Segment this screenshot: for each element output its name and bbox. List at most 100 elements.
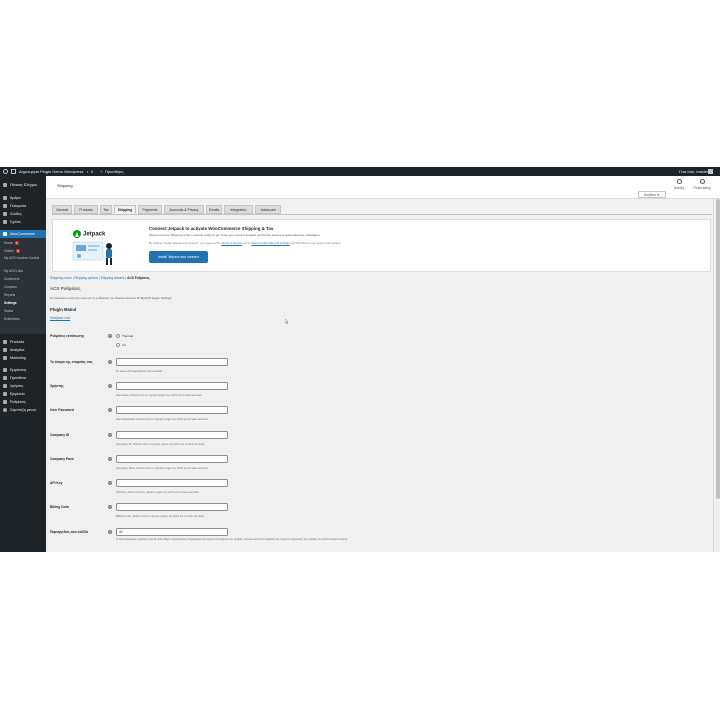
breadcrumb-shipping-classes[interactable]: Shipping classes — [101, 276, 125, 280]
submenu-item-customers[interactable]: Customers — [4, 276, 19, 282]
sidebar-item-tools[interactable]: Εργαλεία — [0, 390, 46, 398]
wordpress-logo-icon[interactable] — [3, 167, 8, 176]
sidebar-item-pages[interactable]: Σελίδες — [0, 210, 46, 218]
flag-icon — [676, 179, 682, 184]
user-password-desc: User Password, δίνεται από το τεχνικό τμ… — [116, 417, 208, 421]
archive-icon — [3, 340, 7, 344]
tab-integration[interactable]: Integration — [224, 205, 253, 214]
breadcrumb-shipping-zones[interactable]: Shipping zones — [50, 276, 72, 280]
orders-badge: 3 — [15, 249, 20, 253]
radio-a4-label: A4 — [122, 343, 126, 347]
company-id-input[interactable] — [116, 431, 228, 439]
company-pass-input[interactable] — [116, 455, 228, 463]
user-greeting[interactable]: Γεια σου, insider — [679, 167, 708, 176]
submenu-item-home[interactable]: Home 1 — [4, 240, 19, 246]
shipping-illustration-icon — [72, 241, 112, 265]
sidebar-item-woocommerce[interactable]: WooCommerce — [0, 230, 46, 238]
submenu-item-coupons[interactable]: Coupons — [4, 284, 17, 290]
sidebar-item-appearance[interactable]: Εμφάνιση — [0, 366, 46, 374]
terms-of-service-link[interactable]: Terms of Service — [221, 241, 242, 245]
help-icon[interactable]: ? — [108, 433, 112, 437]
jetpack-logo: Jetpack — [73, 230, 105, 238]
install-jetpack-button[interactable]: Install Jetpack and connect — [149, 251, 208, 263]
tab-advanced[interactable]: Advanced — [255, 205, 281, 214]
help-icon[interactable]: ? — [108, 530, 112, 534]
sidebar-item-posts[interactable]: Άρθρα — [0, 194, 46, 202]
submenu-item-acs-lists[interactable]: My ACS Lists — [4, 268, 23, 274]
company-id-desc: Company ID, δίνεται από το τεχνικό τμήμα… — [116, 442, 205, 446]
collapse-menu-button[interactable]: Σύμπτυξη μενού — [0, 406, 46, 414]
sidebar-item-products[interactable]: Products — [0, 338, 46, 346]
api-key-desc: API Key, δίνεται από το τεχνικό τμήμα τη… — [116, 490, 199, 494]
manual-title: Plugin Manul — [50, 307, 77, 312]
tab-shipping[interactable]: Shipping — [114, 205, 136, 214]
print-mode-label: Ρυθμίσεις εκτύπωσης — [50, 334, 85, 338]
comments-count[interactable]: 0 — [91, 167, 93, 176]
company-name-input[interactable] — [116, 358, 228, 366]
help-icon[interactable]: ? — [108, 457, 112, 461]
help-tab-button[interactable]: Βοήθεια ▼ — [638, 191, 666, 198]
wrench-icon — [3, 392, 7, 396]
tab-emails[interactable]: Emails — [206, 205, 222, 214]
avatar[interactable] — [708, 169, 713, 174]
help-icon[interactable]: ? — [108, 408, 112, 412]
api-key-label: API Key — [50, 481, 63, 485]
tab-payments[interactable]: Payments — [138, 205, 162, 214]
media-icon — [3, 204, 7, 208]
radio-thermal[interactable] — [116, 334, 120, 338]
help-icon[interactable]: ? — [108, 360, 112, 364]
site-name-link[interactable]: Δημιουργία Plugin Demo Wordpress — [19, 167, 83, 176]
sidebar-item-dashboard[interactable]: Πίνακας Ελέγχου — [0, 181, 46, 189]
activity-button[interactable]: Activity — [668, 179, 690, 190]
help-icon[interactable]: ? — [108, 505, 112, 509]
username-desc: Username, δίνεται από το τεχνικό τμήμα τ… — [116, 393, 202, 397]
radio-a4[interactable] — [116, 343, 120, 347]
manual-download-link[interactable]: Κατέβασε εδώ — [50, 316, 70, 320]
user-icon — [3, 384, 7, 388]
help-icon[interactable]: ? — [108, 334, 112, 338]
sidebar-item-settings[interactable]: Ρυθμίσεις — [0, 398, 46, 406]
sidebar-item-marketing[interactable]: Marketing — [0, 354, 46, 362]
sidebar-item-plugins[interactable]: Πρόσθετα — [0, 374, 46, 382]
new-content-link[interactable]: Προσθήκη — [105, 167, 124, 176]
submenu-item-reports[interactable]: Reports — [4, 292, 15, 298]
submenu-item-orders[interactable]: Orders 3 — [4, 248, 20, 254]
plus-icon[interactable]: + — [100, 167, 102, 176]
scrollbar-thumb[interactable] — [715, 199, 720, 499]
tab-accounts-privacy[interactable]: Accounts & Privacy — [164, 205, 204, 214]
finish-setup-button[interactable]: Finish setup — [691, 179, 713, 190]
share-data-link[interactable]: share certain data and settings — [251, 241, 289, 245]
breadcrumb-shipping-options[interactable]: Shipping options — [74, 276, 98, 280]
submenu-item-status[interactable]: Status — [4, 308, 13, 314]
jetpack-description: WooCommerce Shipping & Tax is almost rea… — [149, 233, 321, 237]
tab-tax[interactable]: Tax — [100, 205, 112, 214]
orders-per-page-input[interactable] — [116, 528, 228, 536]
help-icon[interactable]: ? — [108, 481, 112, 485]
username-input[interactable] — [116, 382, 228, 390]
billing-code-input[interactable] — [116, 503, 228, 511]
submenu-item-settings[interactable]: Settings — [4, 300, 17, 306]
submenu-item-acs-voucher-control[interactable]: My ACS Voucher Control — [4, 256, 44, 262]
sidebar-item-analytics[interactable]: Analytics — [0, 346, 46, 354]
progress-ring-icon — [699, 179, 705, 184]
comment-icon[interactable]: ▪ — [87, 167, 88, 176]
breadcrumb-current: ACS Ρυθμίσεις — [127, 276, 150, 280]
dashboard-icon — [3, 183, 7, 187]
tab-general[interactable]: General — [52, 205, 72, 214]
sidebar-item-comments[interactable]: Σχόλια — [0, 218, 46, 226]
tab-products[interactable]: Products — [74, 205, 98, 214]
company-name-desc: Το όνομα θα εμφανίζεται στο voucher — [116, 369, 163, 373]
home-icon[interactable] — [11, 167, 16, 176]
company-name-label: Το όνομα της εταιρείας σας — [50, 360, 93, 364]
sidebar-item-users[interactable]: Χρήστες — [0, 382, 46, 390]
page-scrollbar[interactable] — [713, 199, 720, 552]
megaphone-icon — [3, 356, 7, 360]
help-icon[interactable]: ? — [108, 384, 112, 388]
sidebar-item-media[interactable]: Πολυμέσα — [0, 202, 46, 210]
tabs-divider — [52, 214, 712, 215]
user-password-input[interactable] — [116, 406, 228, 414]
section-description: Οι παρακάτω ενότητες είναι για τις ρυθμί… — [50, 296, 172, 300]
api-key-input[interactable] — [116, 479, 228, 487]
wp-admin-window: Δημιουργία Plugin Demo Wordpress ▪ 0 + Π… — [0, 167, 720, 552]
submenu-item-extensions[interactable]: Extensions — [4, 316, 20, 322]
